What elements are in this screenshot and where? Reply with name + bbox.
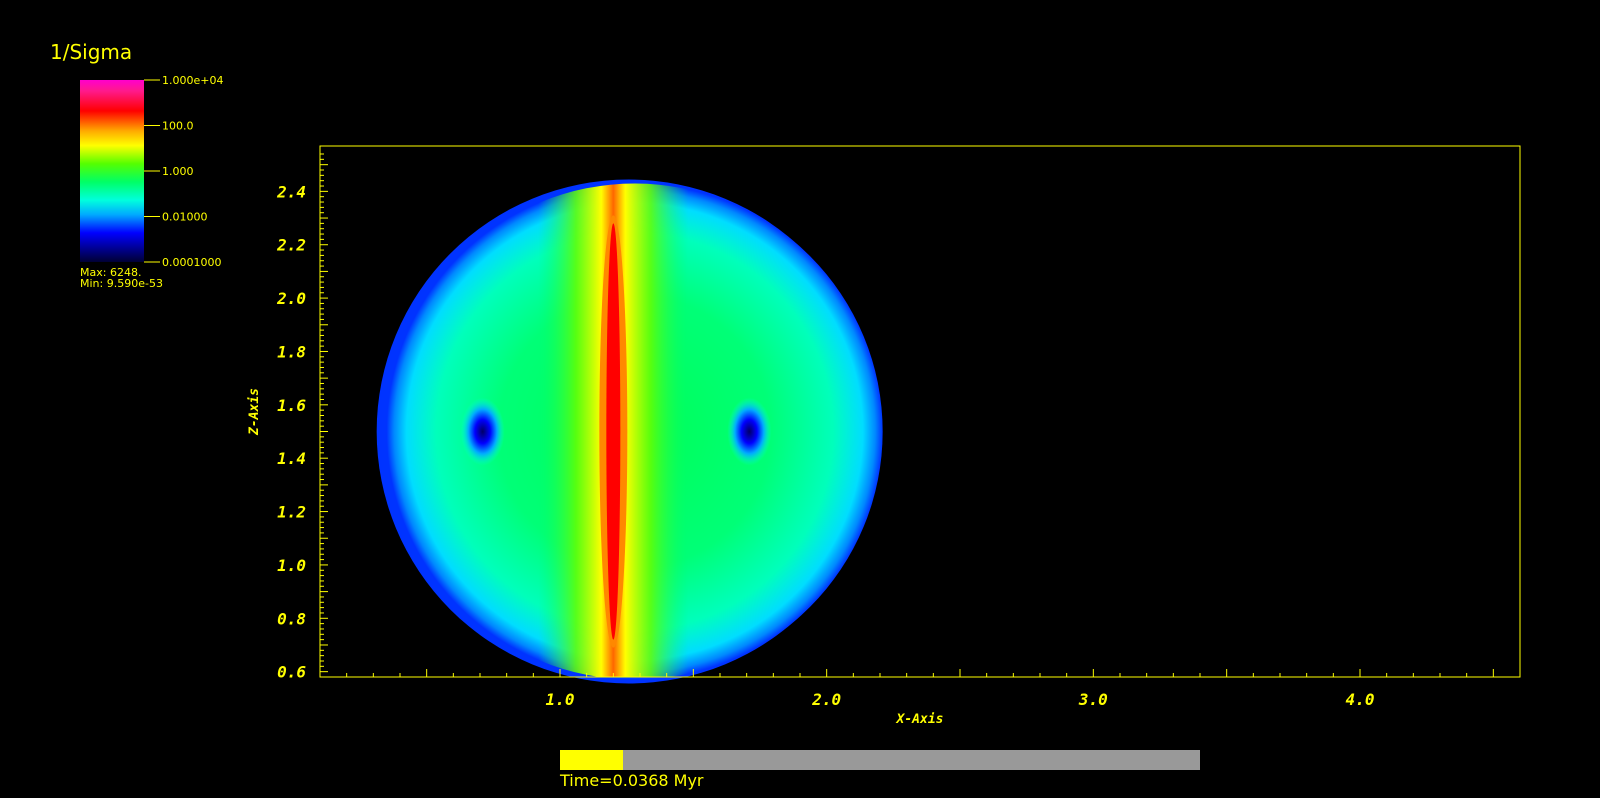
y-tick-label: 2.4 <box>276 182 306 201</box>
y-tick-label: 1.2 <box>277 503 306 522</box>
time-progress-bar <box>560 750 1200 770</box>
y-tick-label: 2.0 <box>276 289 306 308</box>
y-tick-label: 0.8 <box>277 609 306 628</box>
x-axis-label: X-Axis <box>896 712 944 727</box>
x-tick-label: 4.0 <box>1346 690 1375 709</box>
ridge-core <box>606 223 621 640</box>
field-hole-0 <box>460 397 505 466</box>
time-progress-fill <box>560 750 623 770</box>
heatmap-field <box>376 179 883 684</box>
x-tick-label: 1.0 <box>546 690 575 709</box>
x-axis-ticks: 1.0 2.0 3.0 4.0 <box>346 669 1494 709</box>
field-hole-1 <box>727 397 772 466</box>
y-tick-label: 1.4 <box>277 449 306 468</box>
y-tick-label: 1.0 <box>277 556 306 575</box>
x-tick-label: 2.0 <box>811 690 841 709</box>
y-axis-label: Z-Axis <box>247 388 262 436</box>
time-label: Time=0.0368 Myr <box>560 771 704 790</box>
y-tick-label: 2.2 <box>276 236 306 255</box>
y-tick-label: 1.6 <box>277 396 306 415</box>
x-tick-label: 3.0 <box>1078 690 1108 709</box>
y-tick-label: 1.8 <box>277 342 306 361</box>
plot-area: 1.0 2.0 3.0 4.0 0.6 0.8 1.0 1.2 1.4 1.6 1.8 2.0 2.2… <box>247 145 1521 727</box>
y-tick-label: 0.6 <box>277 663 306 682</box>
